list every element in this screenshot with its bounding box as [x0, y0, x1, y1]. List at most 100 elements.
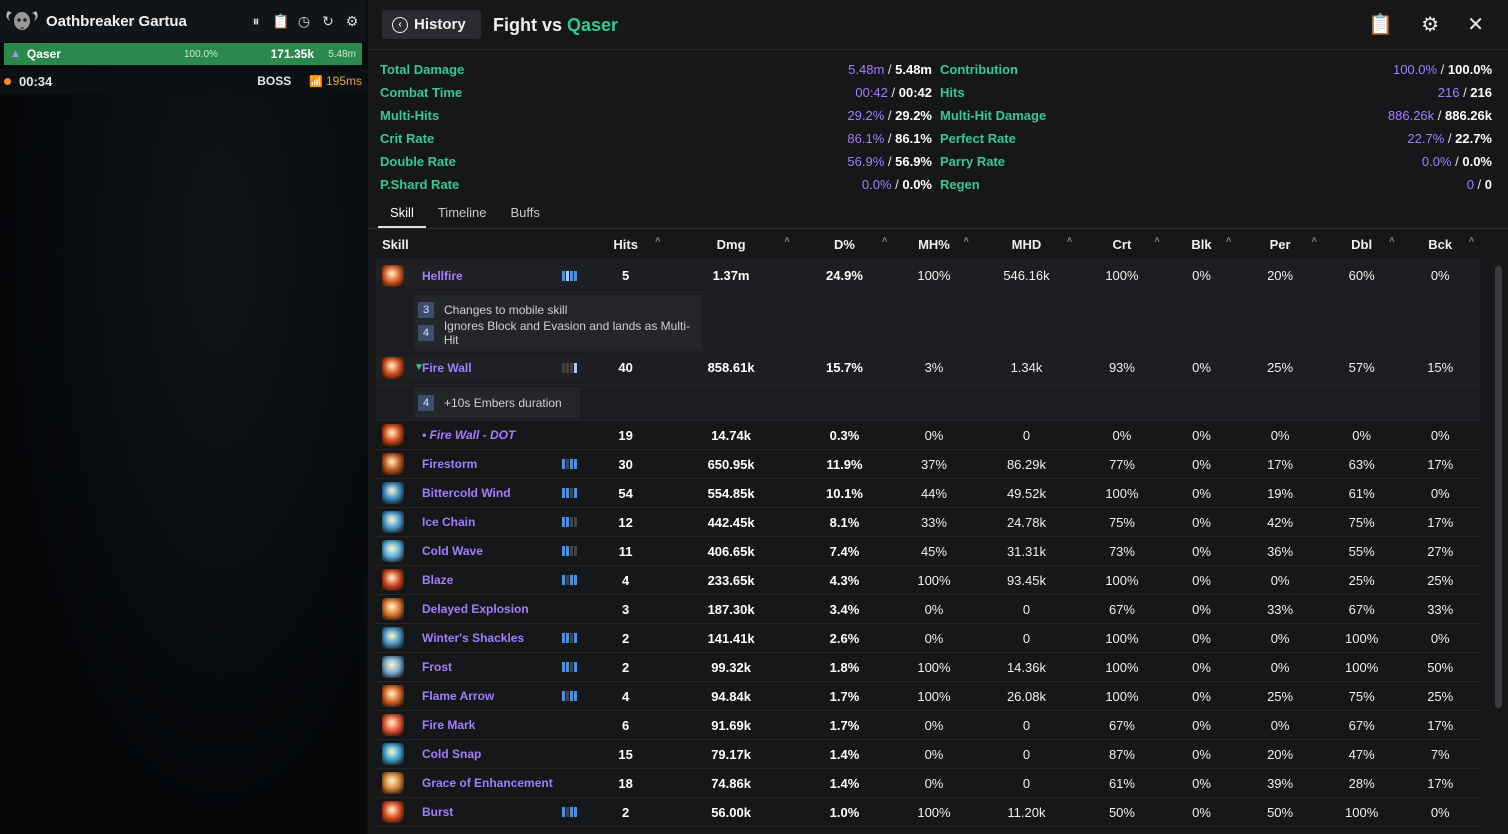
column-header-crt[interactable]: Crt ˄	[1078, 235, 1166, 252]
cell-hits: 40	[618, 360, 633, 375]
tab-skill[interactable]: Skill	[378, 200, 426, 228]
cell-dbl: 47%	[1348, 746, 1375, 762]
summary-stats: Total Damage 5.48m / 5.48m Contribution …	[380, 58, 1492, 196]
cell-crt: 67%	[1108, 717, 1135, 733]
skill-name: Grace of Enhancement	[422, 776, 553, 790]
reset-icon[interactable]: ↻	[320, 13, 336, 30]
column-header-per[interactable]: Per ˄	[1237, 235, 1323, 252]
recording-dot-icon	[4, 77, 11, 85]
cell-mhp: 0%	[924, 717, 944, 733]
skill-cell: Frost	[376, 656, 585, 678]
back-clock-icon: ‹	[392, 16, 408, 33]
stat-value: 0 / 0	[1466, 177, 1492, 192]
cell-crt: 87%	[1108, 746, 1135, 762]
cell-hits: 54	[618, 485, 633, 501]
copy-clipboard-icon[interactable]: 📋	[1368, 12, 1393, 37]
cell-mhd: 26.08k	[1006, 688, 1046, 704]
column-header-dbl[interactable]: Dbl ˄	[1323, 235, 1401, 252]
table-row[interactable]: Blaze 4 233.65k 4.3% 100% 93.45k 100% 0% 0% 25% 2…	[376, 566, 1480, 595]
cell-dp: 1.4%	[829, 775, 860, 791]
cell-blk: 0%	[1192, 572, 1211, 588]
table-row[interactable]: Burst 2 56.00k 1.0% 100% 11.20k 50% 0% 50% 100% 0…	[376, 798, 1480, 827]
gear-icon[interactable]: ⚙	[344, 13, 360, 30]
boss-label: BOSS	[257, 74, 292, 88]
cell-dp: 8.1%	[829, 514, 860, 530]
skill-name: Hellfire	[422, 268, 463, 283]
cell-bck: 25%	[1427, 688, 1454, 704]
cell-mhd: 93.45k	[1006, 572, 1046, 588]
cell-mhp: 0%	[924, 630, 944, 646]
column-header-blk[interactable]: Blk ˄	[1166, 235, 1238, 252]
cell-dmg: 554.85k	[707, 485, 755, 501]
column-header-hits[interactable]: Hits ˄	[585, 235, 667, 252]
skill-name: Winter's Shackles	[422, 631, 525, 645]
cell-hits: 18	[618, 775, 633, 791]
cell-hits: 2	[622, 659, 630, 675]
stat-label: Multi-Hits	[380, 108, 440, 123]
column-header-bck[interactable]: Bck ˄	[1400, 235, 1480, 252]
stat-right: Perfect Rate 22.7% / 22.7%	[936, 131, 1492, 146]
table-row[interactable]: Grace of Enhancement 18 74.86k 1.4% 0% 0 61% 0…	[376, 769, 1480, 798]
cell-hits: 12	[618, 514, 633, 530]
rank-bars	[561, 691, 577, 701]
expand-arrow-icon[interactable]: ▼	[414, 362, 424, 373]
stat-value: 0.0% / 0.0%	[1421, 154, 1492, 169]
table-row[interactable]: Bittercold Wind 54 554.85k 10.1% 44% 49.52k 1…	[376, 479, 1480, 508]
player-row[interactable]: ▲ Qaser 100.0% 171.35k 5.48m	[4, 43, 362, 65]
cell-mhp: 0%	[924, 601, 944, 617]
cell-hits: 30	[618, 456, 633, 472]
column-header-mhd[interactable]: MHD ˄	[975, 235, 1078, 252]
tab-timeline[interactable]: Timeline	[426, 200, 499, 228]
table-row[interactable]: Winter's Shackles 2 141.41k 2.6% 0% 0 100% 0% 0…	[376, 624, 1480, 653]
column-header-mhp[interactable]: MH% ˄	[893, 235, 975, 252]
cell-dp: 15.7%	[826, 360, 863, 375]
cell-dmg: 79.17k	[711, 746, 751, 762]
history-icon[interactable]: ◷	[296, 13, 312, 30]
cell-per: 36%	[1267, 543, 1294, 559]
cell-crt: 75%	[1108, 514, 1135, 530]
skill-cell: Grace of Enhancement	[376, 772, 585, 794]
table-row[interactable]: Firestorm 30 650.95k 11.9% 37% 86.29k 77% 0% 17…	[376, 450, 1480, 479]
cell-dmg: 442.45k	[707, 514, 755, 530]
table-row[interactable]: Delayed Explosion 3 187.30k 3.4% 0% 0 67% 0% 33…	[376, 595, 1480, 624]
table-row[interactable]: Cold Snap 15 79.17k 1.4% 0% 0 87% 0% 20% 47% 7%	[376, 740, 1480, 769]
stat-right: Contribution 100.0% / 100.0%	[936, 62, 1492, 77]
cell-bck: 17%	[1427, 775, 1454, 791]
cell-dp: 1.4%	[829, 746, 860, 762]
stat-row: Multi-Hits 29.2% / 29.2% Multi-Hit Damag…	[380, 104, 1492, 127]
cell-dmg: 141.41k	[707, 630, 755, 646]
table-row[interactable]: Frost 2 99.32k 1.8% 100% 14.36k 100% 0% 0% 100% 5…	[376, 653, 1480, 682]
cell-per: 42%	[1267, 514, 1294, 530]
table-row[interactable]: Ice Chain 12 442.45k 8.1% 33% 24.78k 75% 0% 42%…	[376, 508, 1480, 537]
table-row[interactable]: Cold Wave 11 406.65k 7.4% 45% 31.31k 73% 0% 36%…	[376, 537, 1480, 566]
table-row[interactable]: • Fire Wall - DOT 19 14.74k 0.3% 0% 0 0% 0% 0% 0…	[376, 421, 1480, 450]
clipboard-icon[interactable]: 📋	[272, 13, 289, 30]
cell-mhd: 0	[1022, 427, 1031, 443]
history-button[interactable]: ‹ History	[382, 10, 481, 39]
cell-dbl: 75%	[1348, 514, 1375, 530]
cell-blk: 0%	[1192, 746, 1211, 762]
fight-timer: 00:34	[19, 73, 53, 89]
cell-mhp: 0%	[924, 746, 944, 762]
wifi-icon: 📶	[309, 75, 323, 88]
rank-bars	[561, 633, 577, 643]
column-header-skill[interactable]: Skill	[376, 237, 585, 252]
tab-buffs[interactable]: Buffs	[499, 200, 552, 228]
table-row[interactable]: Hellfire 5 1.37m 24.9% 100% 546.16k 100% 0% 20%…	[376, 259, 1480, 293]
cell-bck: 0%	[1430, 630, 1450, 646]
table-row[interactable]: Flame Arrow 4 94.84k 1.7% 100% 26.08k 100% 0% 2…	[376, 682, 1480, 711]
close-icon[interactable]: ✕	[1467, 12, 1484, 37]
table-scrollbar[interactable]	[1495, 266, 1502, 708]
history-label: History	[414, 16, 466, 33]
pause-icon[interactable]: ⏸	[248, 13, 264, 30]
cell-per: 17%	[1267, 456, 1294, 472]
cell-dp: 1.7%	[829, 717, 860, 733]
table-row[interactable]: ▼ Fire Wall 40 858.61k 15.7% 3% 1.34k 93% 0% 25…	[376, 351, 1480, 385]
settings-gear-icon[interactable]: ⚙	[1421, 12, 1439, 37]
cell-dbl: 28%	[1348, 775, 1375, 791]
column-header-dp[interactable]: D% ˄	[796, 235, 893, 252]
column-header-dmg[interactable]: Dmg ˄	[666, 235, 795, 252]
table-row[interactable]: Fire Mark 6 91.69k 1.7% 0% 0 67% 0% 0% 67% 17%	[376, 711, 1480, 740]
cell-mhp: 37%	[920, 456, 947, 472]
skill-icon	[382, 685, 404, 707]
